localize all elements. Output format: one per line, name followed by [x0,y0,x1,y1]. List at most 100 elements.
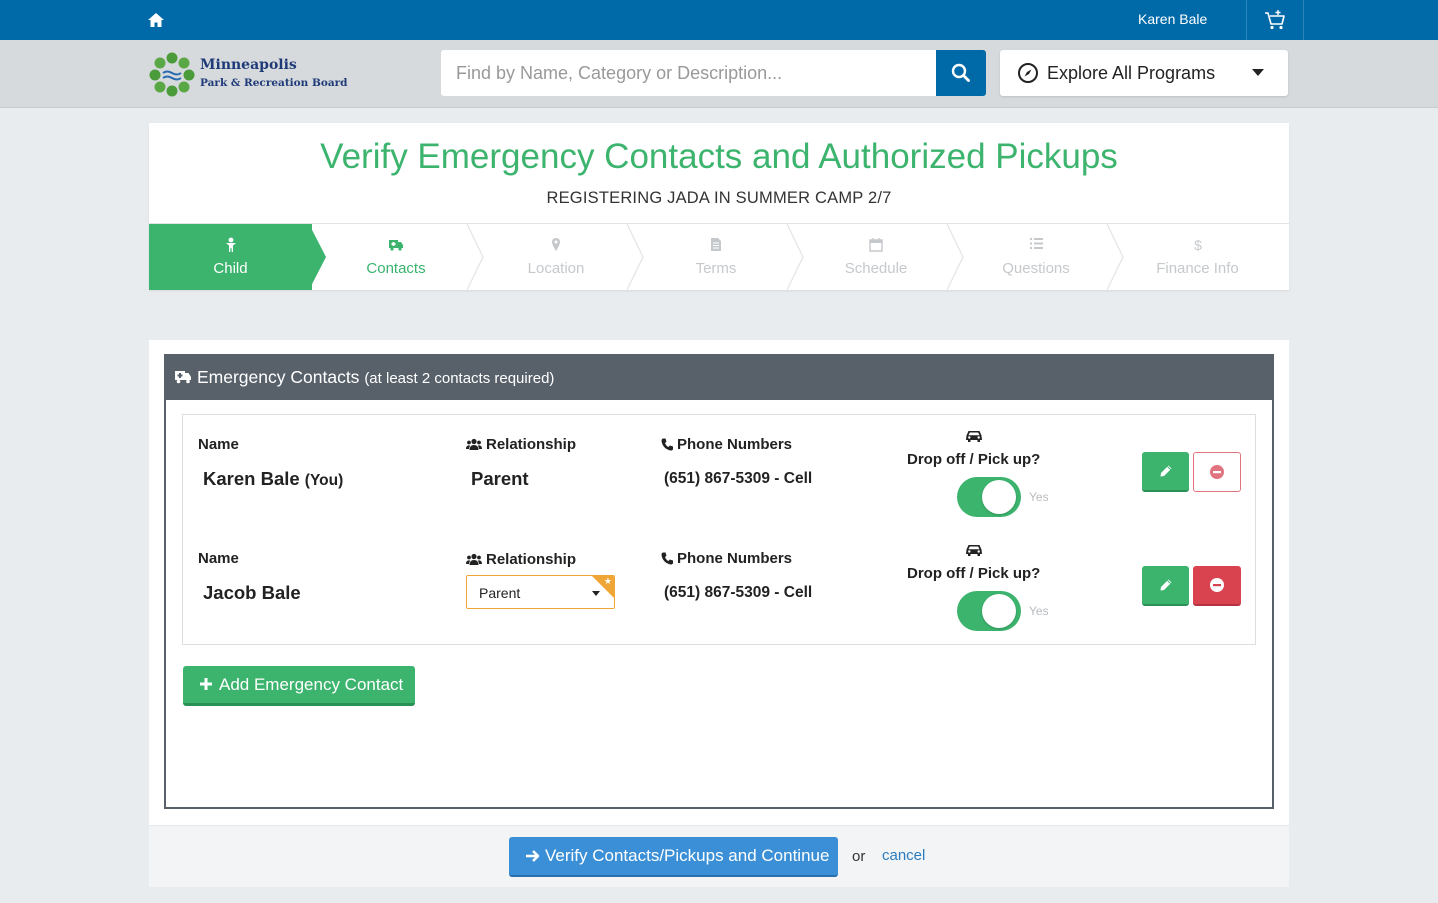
relationship-label-text: Relationship [486,551,577,568]
home-icon[interactable] [146,10,166,30]
contact-name: Jacob Bale [203,582,301,603]
ambulance-icon [175,371,191,384]
plus-icon [200,678,212,690]
divider [1246,0,1247,40]
explore-programs-dropdown[interactable]: Explore All Programs [1000,50,1288,96]
panel-title-text: Emergency Contacts [197,367,360,387]
relationship-select[interactable]: Parent ★ [466,575,615,609]
list-icon [1029,238,1043,249]
car-icon [966,545,982,556]
car-icon [966,431,982,442]
step-label: Schedule [844,260,908,277]
phone-label: Phone Numbers [661,550,792,567]
contact-name: Karen Bale (You) [203,468,343,490]
relationship-label: Relationship [466,436,576,453]
explore-label: Explore All Programs [1047,63,1216,83]
registration-title-card: Verify Emergency Contacts and Authorized… [149,123,1289,290]
step-label: Terms [695,260,737,277]
verify-continue-button[interactable]: Verify Contacts/Pickups and Continue [509,837,838,877]
pickup-toggle[interactable] [957,591,1021,631]
top-nav-bar: Karen Bale [0,0,1438,40]
document-icon [711,238,721,251]
step-label: Finance Info [1156,260,1239,277]
panel-note: (at least 2 contacts required) [364,370,555,387]
toggle-knob [982,480,1016,514]
verify-label: Verify Contacts/Pickups and Continue [545,846,830,865]
phone-label-text: Phone Numbers [677,436,793,453]
or-text: or [852,848,866,865]
search-icon [951,63,970,82]
phone-icon [661,438,673,451]
toggle-state-label: Yes [1029,490,1049,504]
phone-label-text: Phone Numbers [677,550,793,567]
page-title: Verify Emergency Contacts and Authorized… [320,137,1118,176]
contact-row: Name Karen Bale (You) Relationship Paren… [182,414,1256,530]
page-subtitle: REGISTERING JADA IN SUMMER CAMP 2/7 [546,189,892,207]
remove-contact-button[interactable] [1193,566,1241,606]
logo-title: Minneapolis [200,57,297,73]
step-finance-info[interactable]: $ Finance Info [1119,224,1276,290]
contact-name-text: Karen Bale [203,468,300,489]
contact-row: Name Jacob Bale Relationship Parent ★ Ph… [182,529,1256,645]
add-contact-label: Add Emergency Contact [219,675,404,694]
cancel-link[interactable]: cancel [882,847,925,864]
calendar-icon [869,238,883,252]
ambulance-icon [389,240,403,251]
phone-label: Phone Numbers [661,436,792,453]
map-pin-icon [552,238,560,251]
svg-text:$: $ [1194,237,1202,253]
users-icon [466,553,482,565]
step-questions[interactable]: Questions [956,224,1116,290]
user-menu-name[interactable]: Karen Bale [1138,11,1207,27]
step-child[interactable]: Child [149,224,312,290]
step-label: Questions [1002,260,1070,277]
pickup-toggle[interactable] [957,477,1021,517]
step-terms[interactable]: Terms [636,224,796,290]
search-button[interactable] [936,50,986,96]
edit-contact-button[interactable] [1142,452,1189,492]
cart-icon[interactable] [1262,7,1288,33]
you-tag: (You) [304,472,344,489]
step-label: Location [527,260,585,277]
users-icon [466,438,482,450]
add-emergency-contact-button[interactable]: Add Emergency Contact [183,666,415,706]
contacts-card: Emergency Contacts (at least 2 contacts … [149,340,1289,887]
relationship-select-value: Parent [479,585,521,601]
step-label: Child [213,260,248,277]
dropoff-label: Drop off / Pick up? [907,451,1041,468]
step-contacts[interactable]: Contacts [316,224,476,290]
toggle-knob [982,594,1016,628]
form-footer: Verify Contacts/Pickups and Continue or … [149,825,1289,887]
emergency-contacts-panel: Emergency Contacts (at least 2 contacts … [164,354,1274,809]
arrow-right-icon [526,850,540,862]
toggle-state-label: Yes [1029,604,1049,618]
name-label: Name [198,550,239,567]
pencil-icon [1160,579,1171,591]
minus-circle-icon [1210,578,1224,592]
remove-contact-button[interactable] [1193,452,1241,492]
relationship-label-text: Relationship [486,436,577,453]
phone-value: (651) 867-5309 - Cell [664,584,813,601]
star-icon: ★ [603,576,612,586]
chevron-down-icon [1252,69,1264,76]
search-input[interactable] [441,50,936,96]
step-schedule[interactable]: Schedule [796,224,956,290]
mprb-logo[interactable]: Minneapolis Park & Recreation Board [148,51,348,97]
relationship-label: Relationship [466,551,576,568]
step-location[interactable]: Location [476,224,636,290]
dollar-icon: $ [1194,237,1202,253]
divider [1303,0,1304,40]
edit-contact-button[interactable] [1142,566,1189,606]
dropoff-label: Drop off / Pick up? [907,565,1041,582]
phone-value: (651) 867-5309 - Cell [664,470,813,487]
phone-icon [661,552,673,565]
logo-subtitle: Park & Recreation Board [200,77,348,89]
relationship-value: Parent [471,468,529,489]
minus-circle-icon [1210,465,1224,479]
step-label: Contacts [366,260,426,277]
site-header: Minneapolis Park & Recreation Board Expl… [0,40,1438,108]
panel-header: Emergency Contacts (at least 2 contacts … [164,354,1274,400]
tree-logo-icon [149,52,195,97]
name-label: Name [198,436,239,453]
panel-title: Emergency Contacts (at least 2 contacts … [197,367,554,388]
